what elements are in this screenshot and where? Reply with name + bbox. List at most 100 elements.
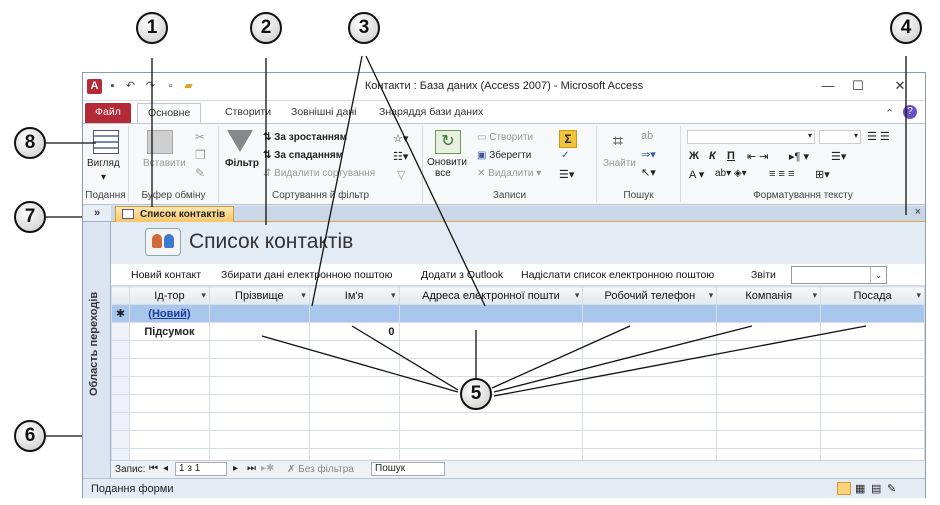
chevron-down-icon[interactable]: ▾: [391, 290, 396, 301]
table-cell[interactable]: [716, 304, 822, 323]
table-cell[interactable]: [582, 304, 718, 323]
column-header[interactable]: Робочий телефон ▾: [582, 286, 718, 305]
new-record-row[interactable]: ✱ (Новий): [111, 304, 925, 323]
save-record-button[interactable]: ▣ Зберегти: [477, 150, 531, 161]
help-icon[interactable]: ?: [903, 105, 917, 119]
add-from-outlook-link[interactable]: Додати з Outlook: [421, 269, 503, 281]
go-to-icon[interactable]: ⇒▾: [641, 148, 656, 161]
new-record-id[interactable]: (Новий): [128, 304, 210, 323]
more-records-icon[interactable]: ☰▾: [559, 168, 574, 181]
close-icon[interactable]: ✕: [889, 77, 911, 95]
email-list-link[interactable]: Надіслати список електронною поштою: [521, 269, 714, 281]
replace-icon[interactable]: ab: [641, 130, 653, 142]
bullets-icon[interactable]: ☰ ☰: [867, 130, 890, 143]
column-header[interactable]: Ід-тор ▾: [128, 286, 210, 305]
line-icon[interactable]: ☰▾: [831, 150, 846, 163]
maximize-icon[interactable]: ☐: [847, 77, 869, 95]
last-record-icon[interactable]: ⏭: [247, 463, 256, 474]
font-name-select[interactable]: ▾: [687, 130, 815, 144]
reports-link[interactable]: Звіти: [751, 269, 776, 281]
next-record-icon[interactable]: ▸: [233, 463, 238, 474]
paste-button[interactable]: Вставити: [143, 158, 186, 169]
table-cell[interactable]: [820, 322, 925, 341]
align-icon[interactable]: ≡ ≡ ≡: [769, 168, 794, 180]
table-cell[interactable]: [820, 304, 925, 323]
column-header[interactable]: Ім'я ▾: [308, 286, 400, 305]
prev-record-icon[interactable]: ◂: [163, 463, 168, 474]
tab-external-data[interactable]: Зовнішні дані: [281, 103, 366, 123]
highlight-icon[interactable]: ab▾ ◈▾: [715, 168, 747, 179]
chevron-down-icon[interactable]: ▾: [709, 290, 714, 301]
no-filter-indicator[interactable]: ✗ Без фільтра: [287, 464, 354, 475]
font-size-select[interactable]: ▾: [819, 130, 861, 144]
sort-descending-button[interactable]: ⇅ За спаданням: [263, 150, 343, 161]
column-header[interactable]: Прізвище ▾: [208, 286, 310, 305]
first-record-icon[interactable]: ⏮: [149, 463, 158, 474]
form-view-icon[interactable]: [837, 482, 851, 495]
chevron-down-icon[interactable]: ▾: [301, 290, 306, 301]
underline-button[interactable]: П: [727, 150, 735, 162]
font-color-button[interactable]: A ▾: [689, 168, 704, 181]
advanced-filter-icon[interactable]: ☷▾: [393, 150, 408, 163]
column-header[interactable]: Адреса електронної пошти ▾: [398, 286, 584, 305]
column-header[interactable]: Посада ▾: [820, 286, 925, 305]
close-document-icon[interactable]: ×: [915, 206, 921, 218]
document-tab[interactable]: Список контактів: [115, 206, 235, 222]
search-input[interactable]: Пошук: [371, 462, 445, 476]
chevron-down-icon[interactable]: ▾: [201, 290, 206, 301]
table-cell[interactable]: [582, 322, 718, 341]
totals-icon[interactable]: Σ: [559, 130, 577, 148]
tab-database-tools[interactable]: Знаряддя бази даних: [369, 103, 493, 123]
format-painter-icon[interactable]: ✎: [195, 166, 205, 180]
paragraph-icon[interactable]: ▸¶ ▾: [789, 150, 809, 163]
toggle-filter-icon[interactable]: ▽: [397, 168, 405, 181]
copy-icon[interactable]: ❐: [195, 148, 206, 162]
datasheet-view-icon[interactable]: ▦: [855, 482, 865, 495]
find-button[interactable]: Знайти: [603, 158, 636, 169]
table-cell[interactable]: [716, 322, 822, 341]
table-cell[interactable]: [208, 304, 310, 323]
chevron-down-icon[interactable]: ▾: [813, 290, 818, 301]
new-contact-link[interactable]: Новий контакт: [131, 269, 201, 281]
chevron-down-icon[interactable]: ▾: [101, 172, 106, 183]
italic-button[interactable]: К: [709, 150, 716, 162]
row-selector[interactable]: [111, 322, 130, 341]
new-row-marker[interactable]: ✱: [111, 304, 130, 323]
row-selector-header[interactable]: [111, 286, 130, 305]
record-position-input[interactable]: 1 з 1: [175, 462, 227, 476]
table-cell[interactable]: [398, 304, 584, 323]
column-header[interactable]: Компанія ▾: [716, 286, 822, 305]
table-cell[interactable]: [398, 322, 584, 341]
delete-record-button[interactable]: ✕ Видалити ▾: [477, 168, 541, 179]
minimize-icon[interactable]: —: [817, 77, 839, 95]
tab-home[interactable]: Основне: [137, 103, 202, 124]
view-button[interactable]: Вигляд: [87, 158, 120, 169]
nav-pane-toggle-button[interactable]: »: [83, 206, 111, 222]
minimize-ribbon-icon[interactable]: ⌃: [885, 107, 894, 120]
remove-sort-button[interactable]: ⇵ Видалити сортування: [263, 168, 375, 179]
sort-ascending-button[interactable]: ⇅ За зростанням: [263, 132, 347, 143]
filter-button[interactable]: Фільтр: [225, 158, 259, 169]
new-record-nav-icon[interactable]: ▸✱: [261, 463, 274, 474]
design-view-icon[interactable]: ✎: [887, 482, 896, 495]
chevron-down-icon[interactable]: ⌄: [870, 267, 886, 283]
tab-create[interactable]: Створити: [215, 103, 281, 123]
bold-button[interactable]: Ж: [689, 150, 699, 162]
selection-filter-icon[interactable]: ☆▾: [393, 132, 408, 145]
layout-view-icon[interactable]: ▤: [871, 482, 881, 495]
spelling-icon[interactable]: ✓: [561, 150, 569, 161]
select-icon[interactable]: ↖▾: [641, 166, 656, 179]
chevron-down-icon[interactable]: ▾: [575, 290, 580, 301]
tab-file[interactable]: Файл: [85, 103, 131, 123]
collect-email-link[interactable]: Збирати дані електронною поштою: [221, 269, 393, 281]
indent-icon[interactable]: ⇤ ⇥: [747, 150, 769, 163]
table-cell[interactable]: [308, 304, 400, 323]
cut-icon[interactable]: ✂: [195, 130, 205, 144]
nav-pane-label[interactable]: Область переходів: [88, 292, 100, 396]
refresh-button[interactable]: Оновити: [427, 157, 467, 168]
gridlines-icon[interactable]: ⊞▾: [815, 168, 830, 181]
chevron-down-icon[interactable]: ▾: [916, 290, 921, 301]
new-record-button[interactable]: ▭ Створити: [477, 132, 533, 143]
table-cell[interactable]: [208, 322, 310, 341]
reports-select[interactable]: ⌄: [791, 266, 887, 284]
